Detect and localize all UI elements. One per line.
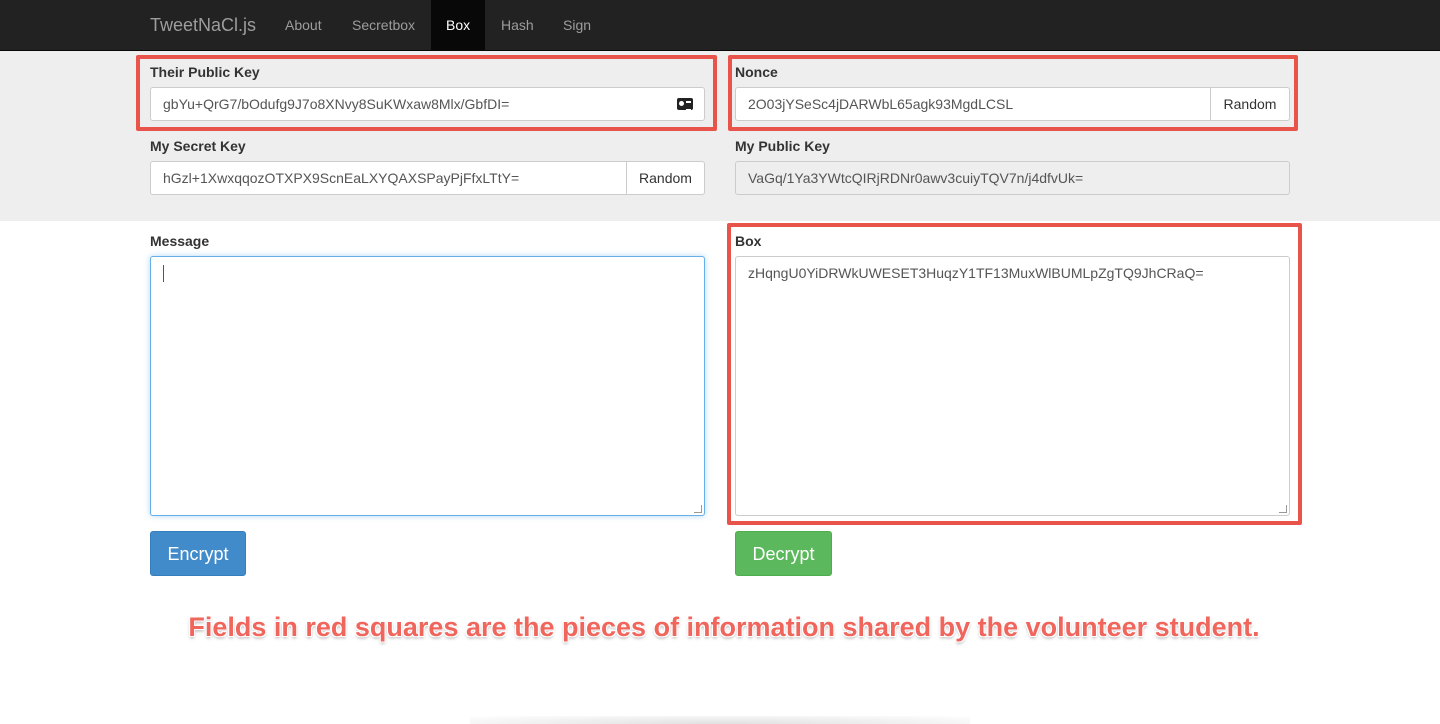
my-public-key-label: My Public Key (735, 138, 830, 154)
nav-box[interactable]: Box (431, 0, 486, 50)
nav-hash[interactable]: Hash (486, 0, 549, 50)
box-text: zHqngU0YiDRWkUWESET3HuqzY1TF13MuxWlBUMLp… (748, 265, 1204, 281)
nav-secretbox[interactable]: Secretbox (337, 0, 430, 50)
nonce-random-button[interactable]: Random (1210, 87, 1290, 121)
text-caret (163, 265, 164, 282)
resize-grip-icon[interactable] (694, 505, 702, 513)
navbar: TweetNaCl.js About Secretbox Box Hash Si… (0, 0, 1440, 51)
nonce-input[interactable]: 2O03jYSeSc4jDARWbL65agk93MgdLCSL (735, 87, 1211, 121)
annotation-caption: Fields in red squares are the pieces of … (188, 612, 1260, 642)
resize-grip-icon[interactable] (1279, 505, 1287, 513)
box-label: Box (735, 233, 762, 249)
their-public-key-input[interactable]: gbYu+QrG7/bOdufg9J7o8XNvy8SuKWxaw8Mlx/Gb… (150, 87, 705, 121)
encrypt-button[interactable]: Encrypt (150, 531, 246, 576)
message-textarea[interactable] (150, 256, 705, 516)
their-public-key-label: Their Public Key (150, 64, 260, 80)
decrypt-button[interactable]: Decrypt (735, 531, 832, 576)
box-textarea[interactable]: zHqngU0YiDRWkUWESET3HuqzY1TF13MuxWlBUMLp… (735, 256, 1290, 516)
brand-link[interactable]: TweetNaCl.js (150, 0, 256, 50)
nav-sign[interactable]: Sign (548, 0, 606, 50)
my-public-key-input: VaGq/1Ya3YWtcQIRjRDNr0awv3cuiyTQV7n/j4df… (735, 161, 1290, 195)
my-secret-key-label: My Secret Key (150, 138, 246, 154)
id-card-icon[interactable] (677, 98, 693, 111)
bottom-shadow (470, 716, 970, 724)
nav-about[interactable]: About (270, 0, 337, 50)
nonce-label: Nonce (735, 64, 778, 80)
my-secret-key-input[interactable]: hGzl+1XwxqqozOTXPX9ScnEaLXYQAXSPayPjFfxL… (150, 161, 627, 195)
secret-key-random-button[interactable]: Random (626, 161, 705, 195)
message-label: Message (150, 233, 210, 249)
